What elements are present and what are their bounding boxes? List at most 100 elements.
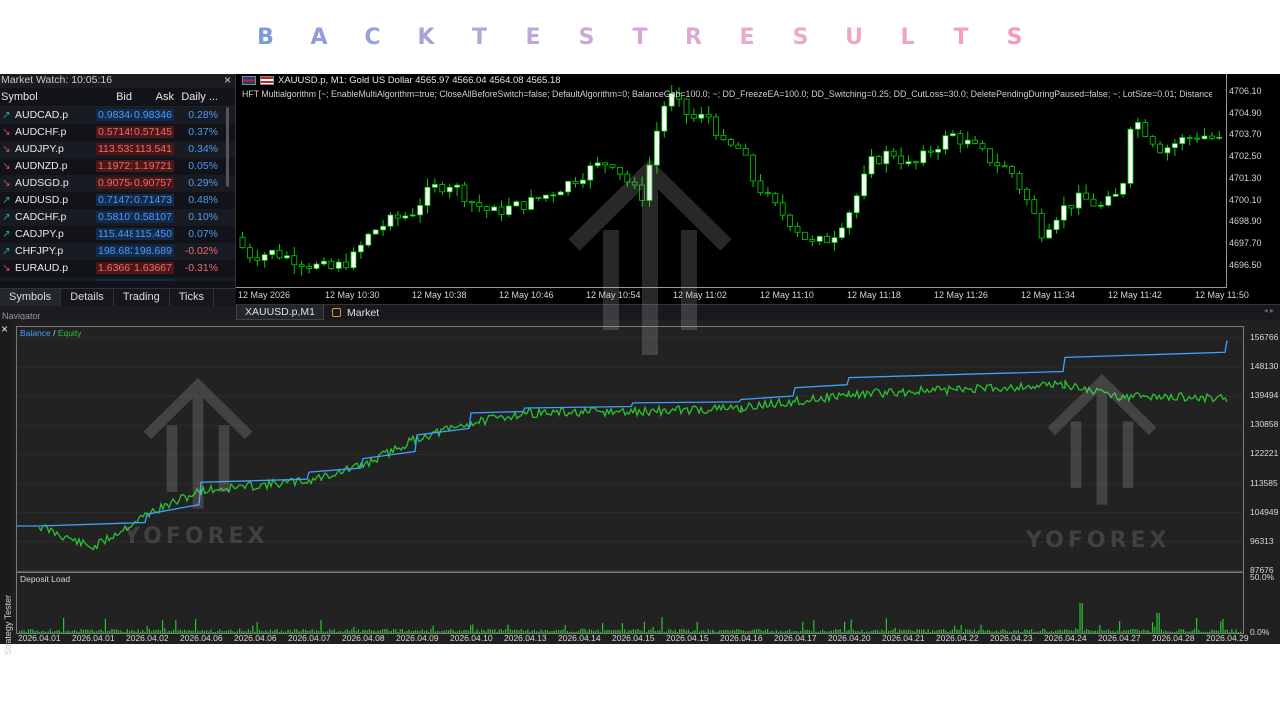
table-row[interactable]: ↘ AUDCHF.p 0.57145 0.57145 0.37% [0,124,235,141]
candle [439,181,446,196]
candle [957,130,964,153]
navigator-header[interactable]: Navigator [0,306,236,320]
deposit-load-bars [19,603,1242,633]
candle [461,181,468,208]
candle [1083,184,1089,200]
table-row[interactable]: ↗ AUDUSD.p 0.71472 0.71473 0.48% [0,192,235,209]
table-row[interactable]: ↗EURUSD1.169751.169750.16% [0,277,235,281]
date-tick-label: 2026.04.09 [396,633,439,643]
arrow-up-icon: ↗ [2,277,11,281]
table-row[interactable]: ↘ AUDJPY.p 113.533 113.541 0.34% [0,141,235,158]
balance-tick-label: 139494 [1250,390,1279,401]
candle [394,210,401,226]
price-tick-label: 4703.70 [1229,129,1262,140]
ask-value: 1.16975 [132,279,174,281]
candle [328,258,335,270]
ask-value: 115.450 [132,228,174,240]
market-watch-panel: Market Watch: 10:05:16 × Symbol Bid Ask … [0,74,236,320]
price-tick-label: 4702.50 [1229,151,1262,162]
ask-cell: 0.57145 [132,124,174,141]
column-daily[interactable]: Daily ... [174,88,222,106]
candle [942,130,949,155]
candle [298,260,305,276]
symbol-cell: ↘ AUDJPY.p [0,141,96,158]
tab-details[interactable]: Details [61,289,114,306]
table-row[interactable]: ↗ CADJPY.p 115.448 115.450 0.07% [0,226,235,243]
table-row[interactable]: ↗ AUDCAD.p 0.98344 0.98346 0.28% [0,107,235,124]
candle [505,197,512,217]
candle [261,251,268,268]
candle [409,207,416,218]
tab-scroll-arrows-icon[interactable]: ◂ ▸ [1264,306,1274,315]
candle [1105,190,1112,207]
candle [765,187,771,198]
symbol-cell: ↗ CADCHF.p [0,209,96,226]
price-chart[interactable]: XAUUSD.p, M1: Gold US Dollar 4565.97 456… [236,74,1280,304]
date-tick-label: 2026.04.24 [1044,633,1087,643]
tab-trading[interactable]: Trading [114,289,170,306]
candle [1009,165,1015,178]
tab-ticks[interactable]: Ticks [170,289,214,306]
date-tick-label: 2026.04.13 [504,633,547,643]
candlestick-plot [239,84,1223,276]
date-tick-label: 2026.04.21 [882,633,925,643]
balance-tick-label: 130858 [1250,419,1279,430]
balance-tick-label: 113585 [1250,477,1278,488]
table-row[interactable]: ↗ CADCHF.p 0.58107 0.58107 0.10% [0,209,235,226]
candle [1186,135,1193,146]
market-watch-title-text: Market Watch: 10:05:16 [1,74,113,86]
bid-cell: 0.98344 [96,107,138,124]
column-symbol[interactable]: Symbol [0,88,96,106]
legend-balance: Balance [20,328,51,338]
symbol-name: AUDCAD.p [15,109,69,121]
date-tick-label: 2026.04.01 [18,633,61,643]
daily-change-cell: 0.05% [188,160,218,172]
candle [683,98,690,124]
ask-value: 0.58107 [132,211,174,223]
candle [1164,144,1171,161]
table-row[interactable]: ↘ AUDNZD.p 1.19721 1.19721 0.05% [0,158,235,175]
banner-letter: S [1006,24,1023,50]
candle [269,249,275,260]
bid-cell: 0.90754 [96,175,138,192]
candle [987,148,993,167]
candle [535,196,542,202]
candle [417,198,424,223]
candle [291,246,298,274]
candle [276,244,283,260]
symbol-cell: ↘ AUDCHF.p [0,124,96,141]
ea-parameters: HFT Multialgorithm [~; EnableMultiAlgori… [242,89,1212,99]
tester-chart-svg [17,337,1243,633]
market-watch-tabs: Symbols Details Trading Ticks [0,288,236,306]
candle [528,189,535,211]
arrow-down-icon: ↘ [2,144,11,155]
bid-value: 115.448 [96,228,138,240]
symbol-name: CADCHF.p [15,211,67,223]
scrollbar[interactable] [226,107,229,187]
candle [284,251,290,260]
table-row[interactable]: ↗ CHFJPY.p 198.683 198.689 -0.02% [0,243,235,260]
chart-tab-strip: XAUUSD.p,M1 Market ◂ ▸ [236,304,1280,320]
date-tick-label: 2026.04.06 [180,633,223,643]
candle [713,113,720,140]
candle [321,257,327,267]
time-tick-label: 12 May 11:10 [760,290,814,300]
close-icon[interactable]: × [224,74,231,87]
symbol-name: EURUSD [15,277,59,281]
column-bid[interactable]: Bid [96,88,132,106]
candle [402,211,409,221]
date-tick-label: 2026.04.01 [72,633,115,643]
table-row[interactable]: ↘ EURAUD.p 1.63667 1.63667 -0.31% [0,260,235,277]
tab-market[interactable]: Market [324,305,387,320]
daily-change-cell: -0.31% [184,262,218,274]
column-ask[interactable]: Ask [132,88,174,106]
tab-symbols[interactable]: Symbols [0,289,62,306]
banner: BACKTESTRESULTS [0,0,1280,74]
candle [572,176,579,188]
bid-cell: 0.58107 [96,209,138,226]
ask-cell: 1.19721 [132,158,174,175]
table-row[interactable]: ↘ AUDSGD.p 0.90754 0.90757 0.29% [0,175,235,192]
bid-cell: 0.57145 [96,124,138,141]
market-watch-rows: ↗ AUDCAD.p 0.98344 0.98346 0.28% ↘ AUDCHF.p 0.5… [0,107,235,281]
tab-xauusd-m1[interactable]: XAUUSD.p,M1 [236,305,325,320]
